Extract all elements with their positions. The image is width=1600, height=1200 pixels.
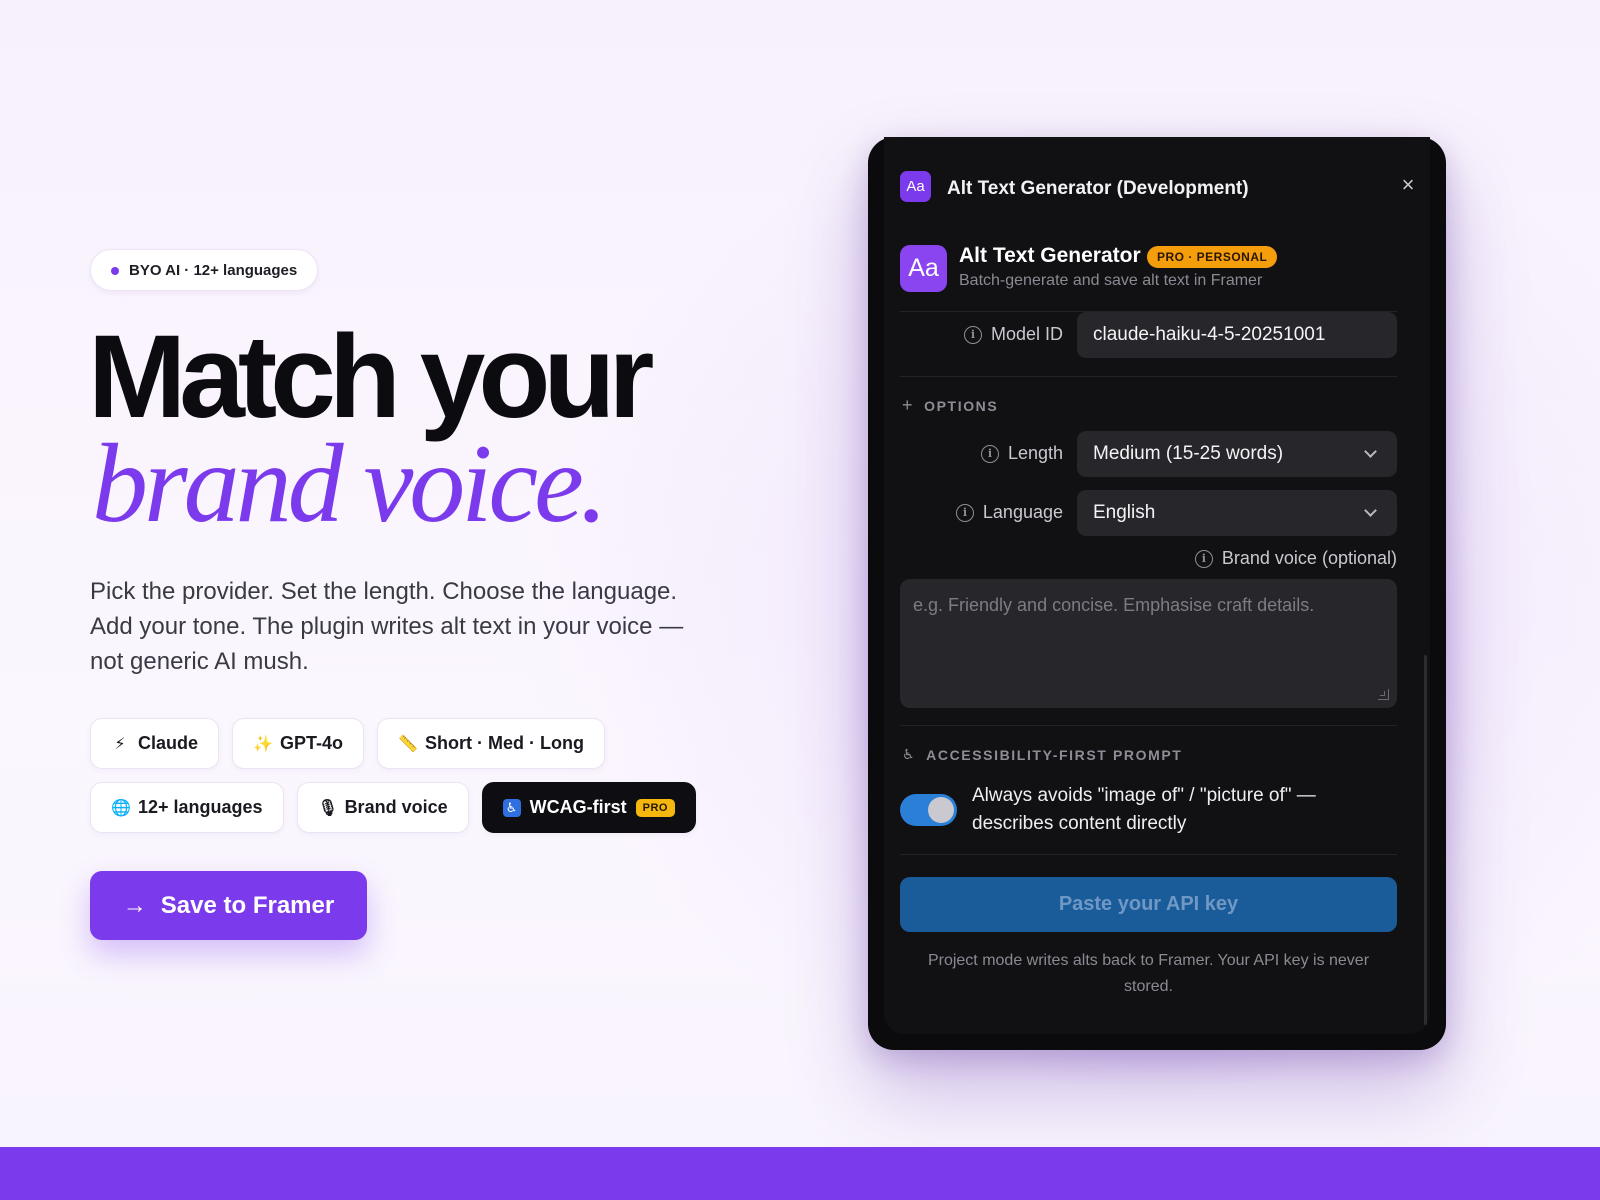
- paste-api-key-button[interactable]: Paste your API key: [900, 877, 1397, 932]
- scrollbar[interactable]: [1424, 655, 1427, 1025]
- length-select-value: Medium (15-25 words): [1093, 443, 1284, 464]
- eyebrow-pill: BYO AI · 12+ languages: [90, 249, 319, 291]
- brand-voice-label: i Brand voice (optional): [1100, 548, 1397, 569]
- save-button-label: Save to Framer: [160, 891, 335, 919]
- hero-description: Pick the provider. Set the length. Choos…: [90, 578, 684, 675]
- pro-tag: PRO: [635, 798, 675, 817]
- status-dot: [111, 267, 119, 275]
- options-heading[interactable]: + OPTIONS: [902, 395, 998, 416]
- language-select[interactable]: English: [1077, 490, 1397, 536]
- chip-length: 📏 Short · Med · Long: [377, 718, 605, 769]
- chip-label: Claude: [138, 733, 199, 753]
- window-title: Alt Text Generator (Development): [947, 178, 1249, 199]
- toggle-knob: [928, 797, 954, 823]
- eyebrow-text: BYO AI · 12+ languages: [129, 261, 298, 279]
- options-heading-text: OPTIONS: [924, 397, 999, 414]
- a11y-toggle-text: Always avoids "image of" / "picture of" …: [972, 785, 1316, 834]
- app-name: Alt Text Generator: [959, 244, 1141, 267]
- info-icon[interactable]: i: [955, 503, 974, 522]
- chip-label: Brand voice: [344, 797, 448, 817]
- chip-label: GPT-4o: [280, 733, 344, 753]
- arrow-right-icon: →: [122, 891, 147, 919]
- a11y-heading-text: ACCESSIBILITY-FIRST PROMPT: [926, 746, 1183, 763]
- chip-label: WCAG-first: [529, 797, 627, 817]
- chip-languages: 🌐 12+ languages: [90, 782, 284, 833]
- chip-label: Short · Med · Long: [425, 733, 584, 753]
- info-icon[interactable]: i: [980, 444, 999, 463]
- sparkles-icon: ✨: [253, 735, 273, 753]
- app-logo-icon: Aa: [900, 245, 947, 292]
- save-to-framer-button[interactable]: → Save to Framer: [90, 871, 367, 940]
- chip-gpt4o: ✨ GPT-4o: [232, 718, 365, 769]
- a11y-toggle[interactable]: [900, 794, 957, 826]
- info-icon[interactable]: i: [1194, 549, 1213, 568]
- ruler-icon: 📏: [398, 735, 418, 753]
- resize-handle-icon[interactable]: [1378, 689, 1389, 700]
- model-id-input[interactable]: claude-haiku-4-5-20251001: [1077, 312, 1397, 358]
- language-label-text: Language: [982, 502, 1063, 522]
- brand-voice-textarea[interactable]: e.g. Friendly and concise. Emphasise cra…: [900, 579, 1397, 708]
- length-label-text: Length: [1007, 443, 1063, 463]
- chip-label: 12+ languages: [138, 797, 263, 817]
- footnote: Project mode writes alts back to Framer.…: [927, 952, 1370, 995]
- accessibility-icon: ♿: [902, 746, 917, 762]
- chevron-down-icon: [1364, 445, 1377, 458]
- info-icon[interactable]: i: [963, 325, 982, 344]
- model-id-label: i Model ID: [900, 324, 1063, 345]
- model-id-label-text: Model ID: [990, 324, 1063, 344]
- language-label: i Language: [900, 502, 1063, 523]
- chip-brand-voice: 🎙 Brand voice: [296, 782, 469, 833]
- brand-voice-placeholder: e.g. Friendly and concise. Emphasise cra…: [913, 595, 1315, 615]
- plus-icon: +: [902, 395, 915, 415]
- chip-claude: ⚡ Claude: [90, 718, 220, 769]
- accessibility-icon: ♿: [502, 798, 521, 817]
- feature-chips: ⚡ Claude ✨ GPT-4o 📏 Short · Med · Long 🌐…: [90, 718, 730, 846]
- headline-line-1: Match your: [88, 311, 654, 443]
- divider: [900, 376, 1397, 377]
- window-app-icon: Aa: [900, 171, 931, 202]
- divider: [900, 725, 1397, 726]
- close-icon[interactable]: ×: [1396, 172, 1420, 198]
- chevron-down-icon: [1364, 504, 1377, 517]
- microphone-icon: 🎙: [317, 799, 338, 817]
- app-subtitle: Batch-generate and save alt text in Fram…: [959, 272, 1263, 289]
- a11y-heading: ♿ ACCESSIBILITY-FIRST PROMPT: [902, 746, 1182, 763]
- lightning-icon: ⚡: [114, 735, 126, 753]
- divider: [900, 854, 1397, 855]
- plan-badge: PRO · PERSONAL: [1147, 246, 1278, 268]
- globe-icon: 🌐: [111, 799, 131, 817]
- headline-line-2: brand voice.: [92, 422, 608, 546]
- chip-wcag: ♿ WCAG-first PRO: [481, 782, 696, 833]
- brand-voice-label-text: Brand voice (optional): [1221, 548, 1397, 568]
- language-select-value: English: [1093, 502, 1156, 523]
- length-select[interactable]: Medium (15-25 words): [1077, 431, 1397, 477]
- bottom-accent-bar: [0, 1147, 1600, 1200]
- length-label: i Length: [900, 443, 1063, 464]
